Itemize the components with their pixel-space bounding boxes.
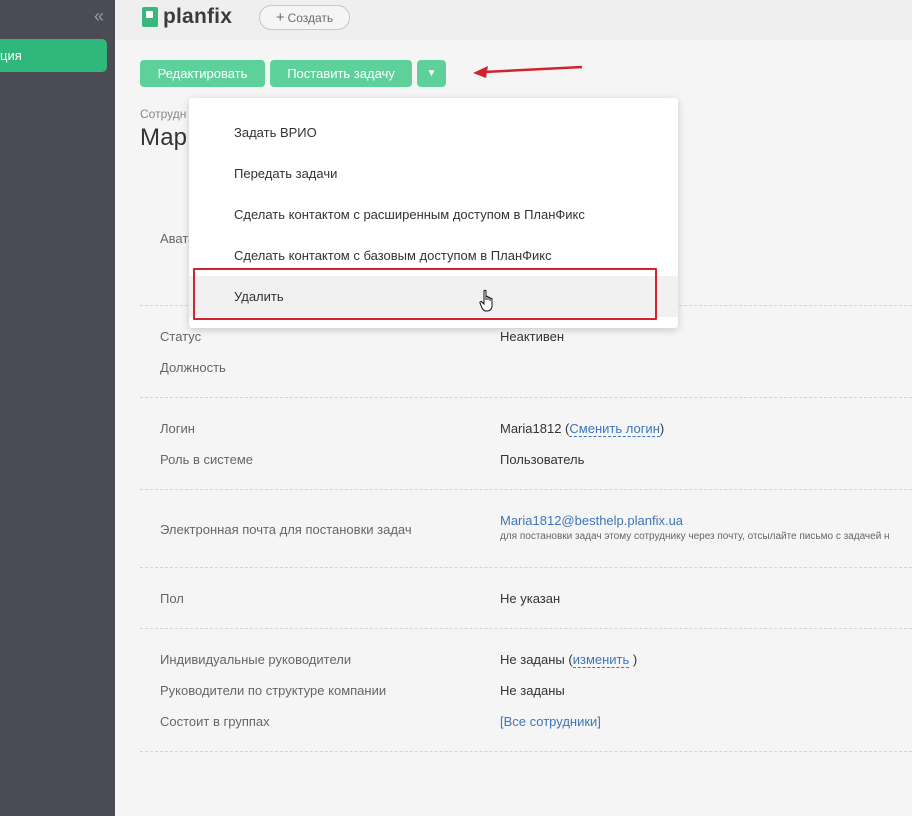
status-value: Неактивен [500,329,565,344]
change-login-link[interactable]: Сменить логин [569,421,660,437]
role-value: Пользователь [500,452,585,467]
more-actions-menu: Задать ВРИО Передать задачи Сделать конт… [189,98,678,328]
chevron-down-icon: ▼ [426,68,437,79]
login-value-row: Maria1812 (Сменить логин) [500,421,665,437]
gender-label: Пол [160,591,184,606]
managers-value-row: Не заданы (изменить ) [500,652,638,668]
more-actions-dropdown-button[interactable]: ▼ [417,60,446,87]
struct-managers-value: Не заданы [500,683,565,698]
divider [140,628,912,629]
login-label: Логин [160,421,195,436]
email-hint: для постановки задач этому сотруднику че… [500,531,890,542]
create-button-label: Создать [287,11,334,25]
status-label: Статус [160,329,202,344]
login-paren-close: ) [659,421,665,436]
create-button[interactable]: + Создать [259,5,350,30]
divider [140,567,912,568]
groups-link[interactable]: [Все сотрудники] [500,714,601,729]
edit-button[interactable]: Редактировать [140,60,265,87]
struct-managers-label: Руководители по структуре компании [160,683,387,698]
page-title: Мар [140,124,187,151]
plus-icon: + [275,9,285,26]
logo-icon [142,7,158,27]
menu-item-transfer-tasks[interactable]: Передать задачи [189,153,678,194]
logo[interactable]: planfix [142,5,232,29]
menu-item-make-extended-contact[interactable]: Сделать контактом с расширенным доступом… [189,194,678,235]
annotation-arrow-icon [473,65,583,78]
managers-value: Не заданы [500,652,565,667]
assign-task-button[interactable]: Поставить задачу [270,60,412,87]
role-label: Роль в системе [160,452,253,467]
divider [140,751,912,752]
sidebar: « ция [0,0,115,816]
position-label: Должность [160,360,226,375]
login-value: Maria1812 [500,421,562,436]
collapse-sidebar-icon[interactable]: « [88,5,110,27]
managers-paren-close: ) [629,652,638,667]
email-label: Электронная почта для постановки задач [160,522,412,537]
page-subtitle: Сотрудн [140,107,187,121]
menu-item-delete[interactable]: Удалить [189,276,678,317]
groups-label: Состоит в группах [160,714,270,729]
logo-text: planfix [163,5,233,28]
hand-cursor-icon [479,289,493,312]
menu-item-set-deputy[interactable]: Задать ВРИО [189,112,678,153]
email-link[interactable]: Maria1812@besthelp.planfix.ua [500,513,683,528]
managers-label: Индивидуальные руководители [160,652,352,667]
managers-paren-open: ( [564,652,573,667]
top-bar [115,0,912,40]
divider [140,397,912,398]
gender-value: Не указан [500,591,561,606]
sidebar-item-active[interactable]: ция [0,39,107,72]
divider [140,489,912,490]
menu-item-make-basic-contact[interactable]: Сделать контактом с базовым доступом в П… [189,235,678,276]
change-managers-link[interactable]: изменить [572,652,630,668]
